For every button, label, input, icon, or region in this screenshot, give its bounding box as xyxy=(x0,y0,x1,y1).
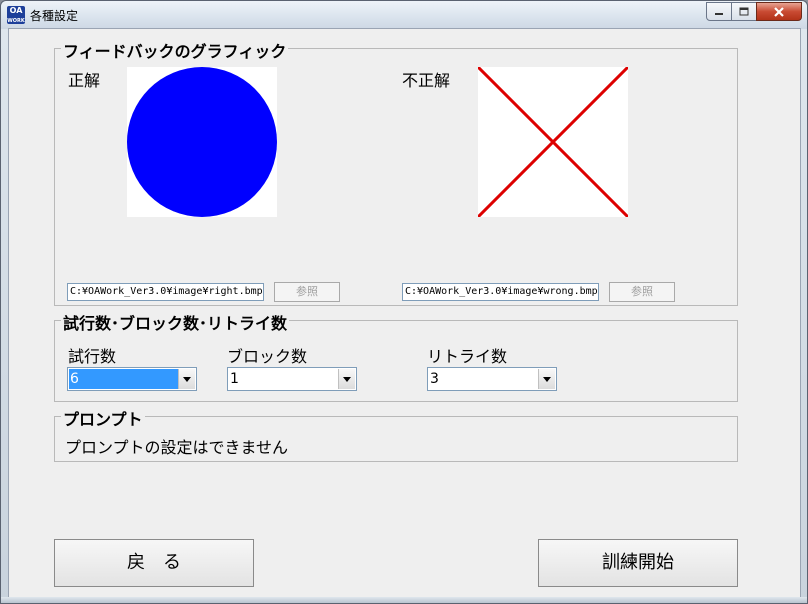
correct-browse-button[interactable]: 参照 xyxy=(274,282,340,302)
retries-dropdown-button[interactable] xyxy=(538,369,555,389)
chevron-down-icon xyxy=(343,376,351,382)
minimize-button[interactable] xyxy=(706,2,732,21)
wrong-label: 不正解 xyxy=(402,71,451,90)
feedback-group-title: フィードバックのグラフィック xyxy=(61,38,289,62)
maximize-icon xyxy=(739,7,749,15)
correct-label: 正解 xyxy=(68,71,101,90)
feedback-groupbox: フィードバックのグラフィック 正解 C:¥OAWork_Ver3.0¥image… xyxy=(54,38,738,306)
prompt-group-title: プロンプト xyxy=(61,406,145,430)
window-bottom-border xyxy=(1,597,807,603)
chevron-down-icon xyxy=(543,376,551,382)
trials-dropdown-button[interactable] xyxy=(178,369,195,389)
minimize-icon xyxy=(715,12,723,15)
close-button[interactable] xyxy=(756,2,802,21)
client-area: フィードバックのグラフィック 正解 C:¥OAWork_Ver3.0¥image… xyxy=(8,28,801,598)
blocks-dropdown-button[interactable] xyxy=(338,369,355,389)
wrong-browse-button[interactable]: 参照 xyxy=(609,282,675,302)
blocks-label: ブロック数 xyxy=(227,347,308,366)
chevron-down-icon xyxy=(183,376,191,382)
trials-value: 6 xyxy=(69,369,178,389)
window-title: 各種設定 xyxy=(30,9,79,23)
correct-image xyxy=(127,67,277,217)
app-icon-text: OA xyxy=(9,6,23,15)
correct-path-field[interactable]: C:¥OAWork_Ver3.0¥image¥right.bmp xyxy=(67,283,264,301)
app-icon: OA WORK xyxy=(7,6,25,24)
retries-label: リトライ数 xyxy=(427,347,508,366)
retries-select[interactable]: 3 xyxy=(427,367,557,391)
trials-select[interactable]: 6 xyxy=(67,367,197,391)
trials-label: 試行数 xyxy=(68,347,117,366)
counts-group-title: 試行数･ブロック数･リトライ数 xyxy=(61,310,290,334)
start-training-button[interactable]: 訓練開始 xyxy=(538,539,738,587)
close-icon xyxy=(774,6,784,17)
app-icon-subtext: WORK xyxy=(7,18,25,24)
prompt-groupbox: プロンプト プロンプトの設定はできません xyxy=(54,406,738,462)
counts-groupbox: 試行数･ブロック数･リトライ数 試行数 6 ブロック数 1 リトライ数 3 xyxy=(54,310,738,402)
wrong-path-field[interactable]: C:¥OAWork_Ver3.0¥image¥wrong.bmp xyxy=(402,283,599,301)
blocks-select[interactable]: 1 xyxy=(227,367,357,391)
back-button[interactable]: 戻 る xyxy=(54,539,254,587)
wrong-image xyxy=(476,65,630,219)
maximize-button[interactable] xyxy=(731,2,757,21)
blocks-value: 1 xyxy=(230,371,239,387)
blue-circle-icon xyxy=(127,67,277,217)
retries-value: 3 xyxy=(430,371,439,387)
title-bar[interactable]: OA WORK 各種設定 xyxy=(1,1,807,29)
settings-window: OA WORK 各種設定 フィードバックのグラフィック 正解 C:¥OAWork… xyxy=(0,0,808,604)
prompt-message: プロンプトの設定はできません xyxy=(65,438,289,457)
red-cross-icon xyxy=(476,65,630,219)
